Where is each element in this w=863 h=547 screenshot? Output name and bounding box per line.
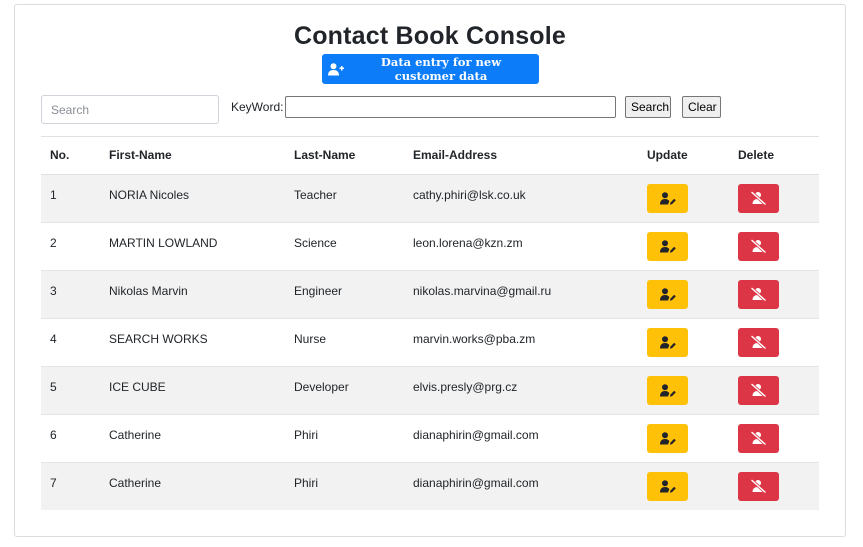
table-row: 3 Nikolas Marvin Engineer nikolas.marvina@g… <box>41 270 819 319</box>
header-last-name: Last-Name <box>294 137 413 175</box>
delete-button[interactable] <box>738 327 779 357</box>
user-edit-icon <box>659 239 676 253</box>
user-edit-icon <box>659 335 676 349</box>
delete-button[interactable] <box>738 423 779 453</box>
update-button[interactable] <box>647 471 688 501</box>
cell-update <box>647 414 738 463</box>
cell-last-name: Developer <box>294 366 413 415</box>
cell-last-name: Science <box>294 222 413 271</box>
user-edit-icon <box>659 480 676 493</box>
contacts-table: No. First-Name Last-Name Email-Address U… <box>41 137 819 510</box>
cell-delete <box>738 270 819 319</box>
cell-no: 5 <box>41 366 109 415</box>
delete-button[interactable] <box>738 279 779 309</box>
cell-no: 2 <box>41 222 109 271</box>
update-button[interactable] <box>647 279 688 309</box>
user-edit-icon <box>659 383 676 397</box>
cell-email: dianaphirin@gmail.com <box>413 462 647 510</box>
user-slash-icon <box>750 335 767 349</box>
search-button[interactable]: Search <box>625 96 671 118</box>
header-update: Update <box>647 137 738 175</box>
header-first-name: First-Name <box>109 137 294 175</box>
add-customer-button[interactable]: Data entry for new customer data <box>322 54 539 84</box>
user-slash-icon <box>750 191 767 205</box>
cell-first-name: Catherine <box>109 462 294 510</box>
cell-delete <box>738 462 819 510</box>
header-no: No. <box>41 137 109 175</box>
delete-button[interactable] <box>738 471 779 501</box>
cell-delete <box>738 174 819 223</box>
update-button[interactable] <box>647 327 688 357</box>
cell-first-name: ICE CUBE <box>109 366 294 415</box>
cell-update <box>647 174 738 223</box>
header-delete: Delete <box>738 137 819 175</box>
cell-no: 7 <box>41 462 109 510</box>
cell-delete <box>738 414 819 463</box>
keyword-label: KeyWord: <box>231 100 284 114</box>
cell-first-name: Nikolas Marvin <box>109 270 294 319</box>
table-body: 1 NORIA Nicoles Teacher cathy.phiri@lsk.co.… <box>41 174 819 510</box>
cell-email: elvis.presly@prg.cz <box>413 366 647 415</box>
table-header-row: No. First-Name Last-Name Email-Address U… <box>41 137 819 175</box>
search-input[interactable] <box>41 95 219 124</box>
table-row: 5 ICE CUBE Developer elvis.presly@prg.cz <box>41 366 819 415</box>
cell-delete <box>738 318 819 367</box>
cell-email: leon.lorena@kzn.zm <box>413 222 647 271</box>
cell-no: 6 <box>41 414 109 463</box>
cell-update <box>647 366 738 415</box>
cell-last-name: Engineer <box>294 270 413 319</box>
cell-last-name: Nurse <box>294 318 413 367</box>
table-row: 6 Catherine Phiri dianaphirin@gmail.com <box>41 414 819 463</box>
user-slash-icon <box>750 287 767 301</box>
header-email: Email-Address <box>413 137 647 175</box>
update-button[interactable] <box>647 231 688 261</box>
keyword-input[interactable] <box>285 96 616 118</box>
user-edit-icon <box>659 287 676 301</box>
update-button[interactable] <box>647 423 688 453</box>
update-button[interactable] <box>647 375 688 405</box>
cell-update <box>647 222 738 271</box>
cell-email: cathy.phiri@lsk.co.uk <box>413 174 647 223</box>
delete-button[interactable] <box>738 183 779 213</box>
cell-first-name: MARTIN LOWLAND <box>109 222 294 271</box>
table-row: 1 NORIA Nicoles Teacher cathy.phiri@lsk.co.… <box>41 174 819 223</box>
cell-first-name: NORIA Nicoles <box>109 174 294 223</box>
cell-email: dianaphirin@gmail.com <box>413 414 647 463</box>
user-plus-icon <box>328 62 344 76</box>
delete-button[interactable] <box>738 231 779 261</box>
cell-update <box>647 462 738 510</box>
cell-update <box>647 270 738 319</box>
cell-delete <box>738 222 819 271</box>
user-edit-icon <box>659 191 676 205</box>
cell-first-name: SEARCH WORKS <box>109 318 294 367</box>
table-row: 7 Catherine Phiri dianaphirin@gmail.com <box>41 462 819 510</box>
contact-book-card: Contact Book Console Data entry for new … <box>14 4 846 537</box>
cell-last-name: Phiri <box>294 414 413 463</box>
table-row: 2 MARTIN LOWLAND Science leon.lorena@kzn.zm <box>41 222 819 271</box>
clear-button[interactable]: Clear <box>682 96 721 118</box>
table-row: 4 SEARCH WORKS Nurse marvin.works@pba.zm <box>41 318 819 367</box>
cell-last-name: Phiri <box>294 462 413 510</box>
cell-no: 1 <box>41 174 109 223</box>
cell-email: marvin.works@pba.zm <box>413 318 647 367</box>
cell-first-name: Catherine <box>109 414 294 463</box>
cell-update <box>647 318 738 367</box>
cell-email: nikolas.marvina@gmail.ru <box>413 270 647 319</box>
user-slash-icon <box>750 431 767 445</box>
cell-last-name: Teacher <box>294 174 413 223</box>
delete-button[interactable] <box>738 375 779 405</box>
update-button[interactable] <box>647 183 688 213</box>
cell-no: 4 <box>41 318 109 367</box>
cell-no: 3 <box>41 270 109 319</box>
user-slash-icon <box>750 383 767 397</box>
user-slash-icon <box>750 239 767 253</box>
user-slash-icon <box>750 479 767 494</box>
page-title: Contact Book Console <box>293 22 567 50</box>
user-edit-icon <box>659 431 676 445</box>
cell-delete <box>738 366 819 415</box>
add-customer-label: Data entry for new customer data <box>380 55 502 83</box>
